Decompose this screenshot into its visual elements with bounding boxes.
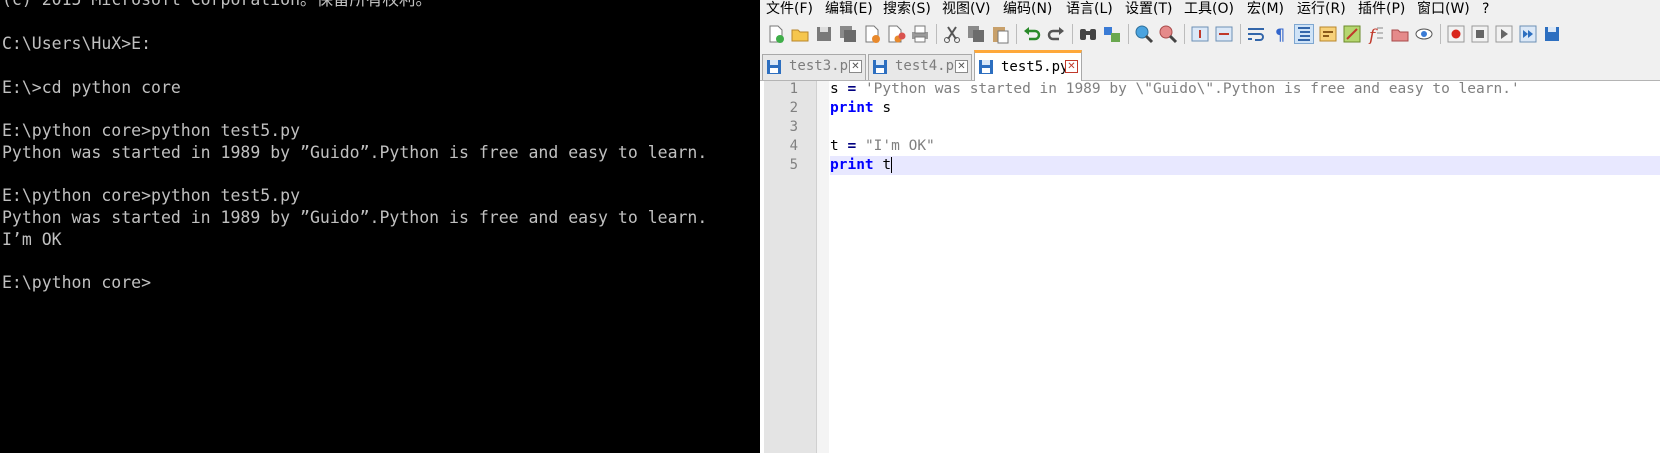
tab-bar: test3.py ✕ test4.py ✕ test5.py ✕ <box>760 49 1660 81</box>
record-macro-icon[interactable] <box>1446 24 1466 44</box>
menu-plugins[interactable]: 插件(P) <box>1358 0 1405 18</box>
function-list-icon[interactable]: f <box>1366 24 1386 44</box>
saved-file-icon <box>767 60 781 74</box>
tab-label: test4.py <box>895 58 963 74</box>
menu-encoding[interactable]: 编码(N) <box>1003 0 1052 18</box>
console-line: C:\Users\HuX>E: <box>2 34 152 53</box>
close-icon[interactable] <box>862 24 882 44</box>
menu-help[interactable]: ? <box>1482 0 1489 18</box>
show-all-chars-icon[interactable]: ¶ <box>1270 24 1290 44</box>
doc-map-icon[interactable] <box>1342 24 1362 44</box>
close-tab-icon[interactable]: ✕ <box>955 60 968 73</box>
copy-icon[interactable] <box>966 24 986 44</box>
console-line: I’m OK <box>2 230 62 249</box>
save-all-icon[interactable] <box>838 24 858 44</box>
save-icon[interactable] <box>814 24 834 44</box>
code-area[interactable]: s = 'Python was started in 1989 by \"Gui… <box>830 81 1660 453</box>
menu-search[interactable]: 搜索(S) <box>883 0 931 18</box>
new-file-icon[interactable] <box>766 24 786 44</box>
user-language-icon[interactable] <box>1318 24 1338 44</box>
replace-icon[interactable] <box>1102 24 1122 44</box>
menu-run[interactable]: 运行(R) <box>1297 0 1346 18</box>
menu-bar: 文件(F) 编辑(E) 搜索(S) 视图(V) 编码(N) 语言(L) 设置(T… <box>760 0 1660 18</box>
play-macro-icon[interactable] <box>1494 24 1514 44</box>
zoom-in-icon[interactable] <box>1134 24 1154 44</box>
find-icon[interactable] <box>1078 24 1098 44</box>
console-line: Python was started in 1989 by ”Guido”.Py… <box>2 208 708 227</box>
redo-icon[interactable] <box>1046 24 1066 44</box>
svg-text:f: f <box>1367 26 1378 44</box>
console-line: E:\python core>python test5.py <box>2 186 301 205</box>
line-number: 5 <box>789 157 798 173</box>
console-line: E:\>cd python core <box>2 78 181 97</box>
run-macro-multiple-icon[interactable] <box>1518 24 1538 44</box>
code-line-1: s = 'Python was started in 1989 by \"Gui… <box>830 81 1520 97</box>
line-number: 4 <box>789 138 798 154</box>
code-line-5: print t <box>830 156 1660 175</box>
menu-macro[interactable]: 宏(M) <box>1247 0 1284 18</box>
menu-window[interactable]: 窗口(W) <box>1417 0 1470 18</box>
folder-workspace-icon[interactable] <box>1390 24 1410 44</box>
tab-test5[interactable]: test5.py ✕ <box>974 50 1082 81</box>
open-file-icon[interactable] <box>790 24 810 44</box>
console-line: E:\python core>python test5.py <box>2 121 301 140</box>
stop-macro-icon[interactable] <box>1470 24 1490 44</box>
line-number: 2 <box>789 100 798 116</box>
saved-file-icon <box>979 60 993 74</box>
monitoring-icon[interactable] <box>1414 24 1434 44</box>
undo-icon[interactable] <box>1022 24 1042 44</box>
console-prompt: E:\python core> <box>2 273 152 292</box>
tab-label: test3.py <box>789 58 857 74</box>
menu-tools[interactable]: 工具(O) <box>1184 0 1234 18</box>
tab-test3[interactable]: test3.py ✕ <box>762 54 866 80</box>
menu-language[interactable]: 语言(L) <box>1066 0 1113 18</box>
sync-horizontal-icon[interactable] <box>1214 24 1234 44</box>
menu-file[interactable]: 文件(F) <box>766 0 813 18</box>
tab-test4[interactable]: test4.py ✕ <box>868 54 972 80</box>
cut-icon[interactable] <box>942 24 962 44</box>
code-line-2: print s <box>830 100 892 116</box>
line-number-gutter: 1 2 3 4 5 <box>764 81 817 453</box>
svg-text:¶: ¶ <box>1275 25 1285 44</box>
paste-icon[interactable] <box>990 24 1010 44</box>
zoom-out-icon[interactable] <box>1158 24 1178 44</box>
console-window[interactable]: (c) 2015 Microsoft Corporation。保留所有权利。 C… <box>0 0 760 453</box>
toolbar: ¶ f <box>760 20 1660 48</box>
close-tab-icon[interactable]: ✕ <box>1065 60 1078 73</box>
code-line-4: t = "I'm OK" <box>830 138 935 154</box>
menu-settings[interactable]: 设置(T) <box>1125 0 1172 18</box>
console-line: Python was started in 1989 by ”Guido”.Py… <box>2 143 708 162</box>
close-all-icon[interactable] <box>886 24 906 44</box>
fold-margin[interactable] <box>817 81 829 453</box>
code-editor[interactable]: 1 2 3 4 5 s = 'Python was started in 198… <box>760 81 1660 453</box>
line-number: 3 <box>789 119 798 135</box>
menu-view[interactable]: 视图(V) <box>942 0 991 18</box>
text-caret <box>891 157 893 173</box>
line-number: 1 <box>789 81 798 97</box>
console-line: (c) 2015 Microsoft Corporation。保留所有权利。 <box>2 0 432 11</box>
sync-vertical-icon[interactable] <box>1190 24 1210 44</box>
indent-guide-icon[interactable] <box>1294 24 1314 44</box>
save-macro-icon[interactable] <box>1542 24 1562 44</box>
word-wrap-icon[interactable] <box>1246 24 1266 44</box>
print-icon[interactable] <box>910 24 930 44</box>
tab-label: test5.py <box>1001 59 1069 75</box>
editor-window: 文件(F) 编辑(E) 搜索(S) 视图(V) 编码(N) 语言(L) 设置(T… <box>760 0 1660 453</box>
close-tab-icon[interactable]: ✕ <box>849 60 862 73</box>
saved-file-icon <box>873 60 887 74</box>
menu-edit[interactable]: 编辑(E) <box>825 0 873 18</box>
